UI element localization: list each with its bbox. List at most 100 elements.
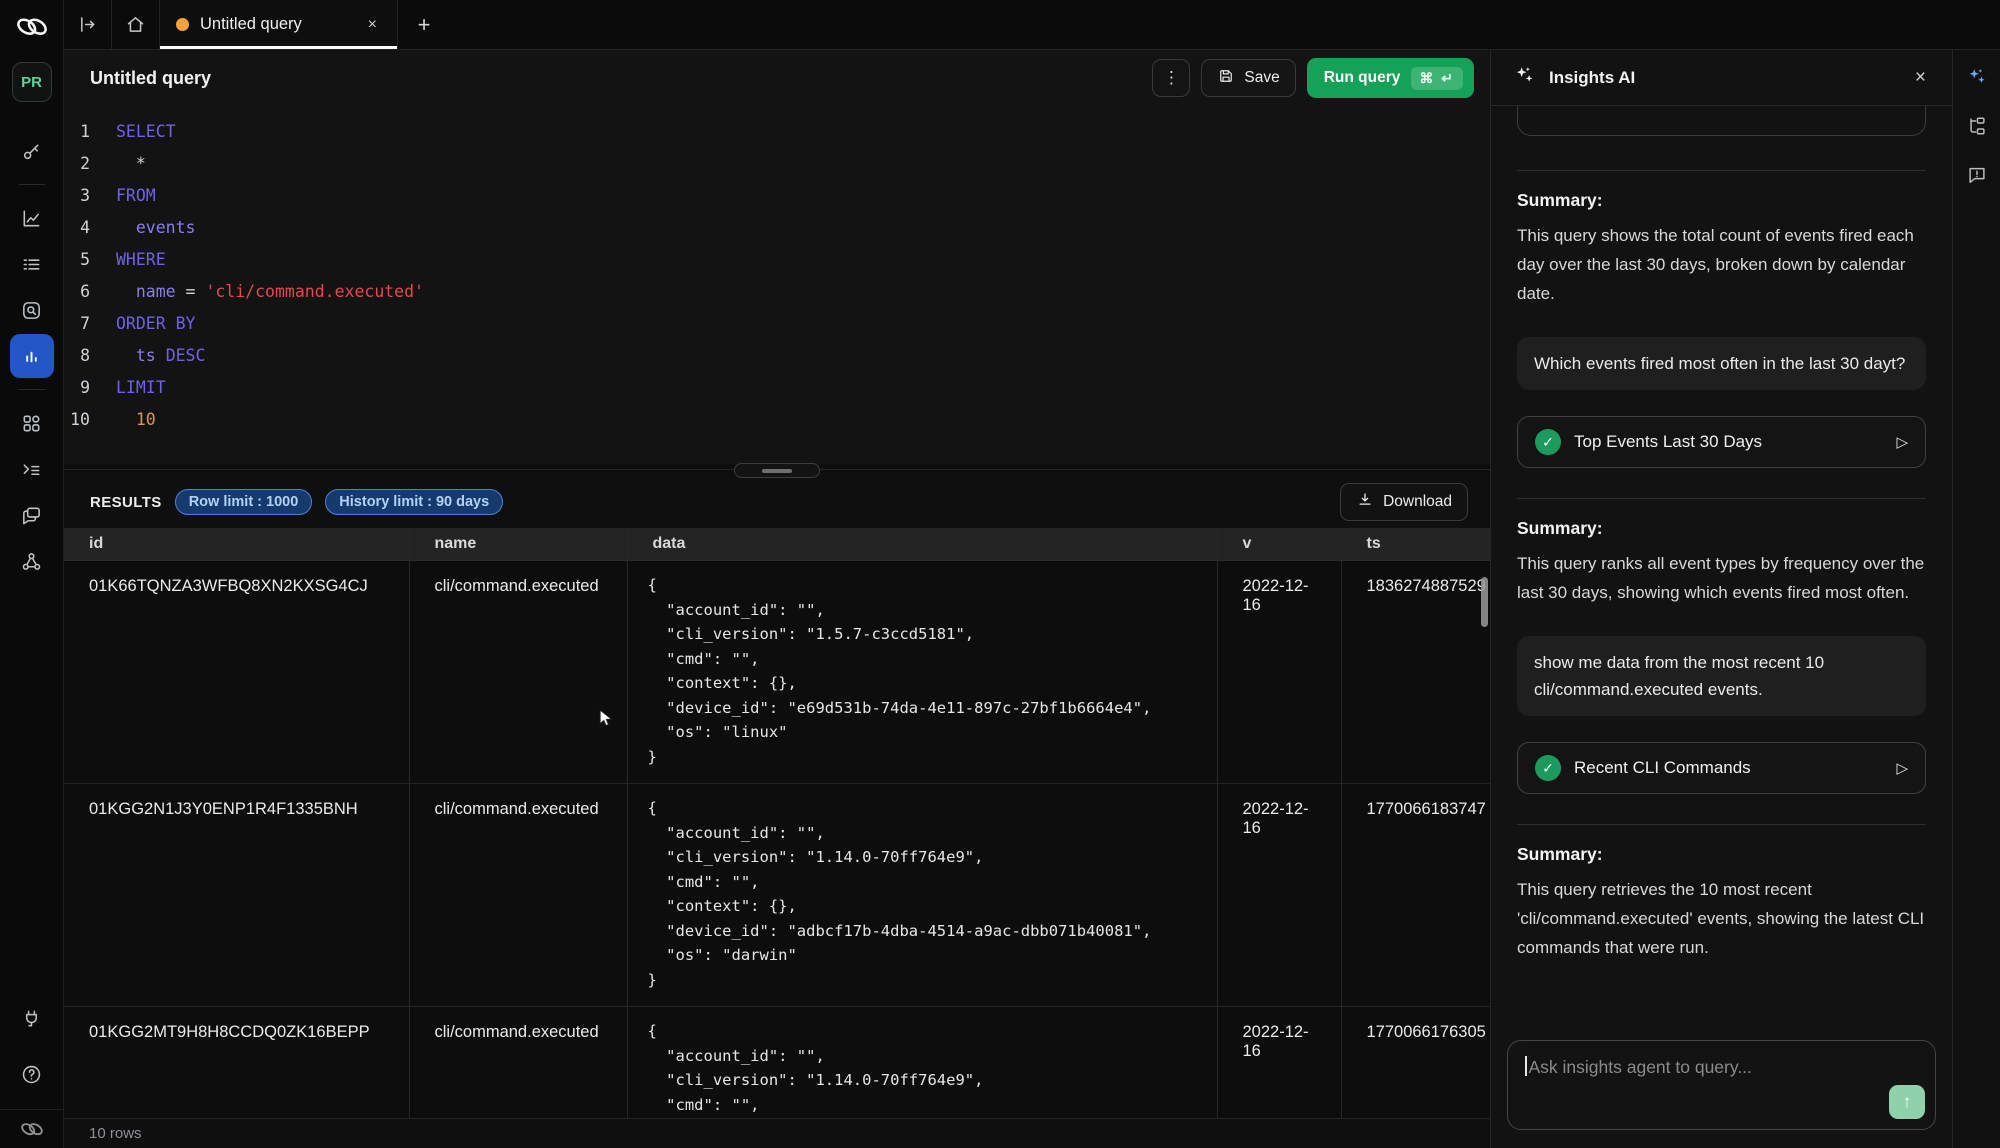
cell-v: 2022-12-16 <box>1217 784 1341 1007</box>
summary-heading: Summary: <box>1517 518 1926 539</box>
query-run-card[interactable]: ✓Top Events Last 30 Days▷ <box>1517 416 1926 468</box>
code-text: FROM <box>116 180 156 212</box>
sidebar-item-key[interactable] <box>10 129 54 173</box>
query-run-card[interactable]: ✓Recent CLI Commands▷ <box>1517 742 1926 794</box>
column-header-data[interactable]: data <box>627 528 1217 561</box>
cell-data: { "account_id": "", "cli_version": "1.5.… <box>627 561 1217 784</box>
search-icon <box>20 299 43 322</box>
tab-bar: Untitled query × + <box>64 0 2000 50</box>
results-label: RESULTS <box>90 494 162 511</box>
column-header-ts[interactable]: ts <box>1341 528 1490 561</box>
user-message: Which events fired most often in the las… <box>1517 337 1926 390</box>
sidebar-item-help[interactable] <box>10 1052 54 1096</box>
summary-text: This query ranks all event types by freq… <box>1517 549 1926 607</box>
cell-name: cli/command.executed <box>409 561 627 784</box>
unsaved-dot-icon <box>176 18 189 31</box>
code-line: 6 name = 'cli/command.executed' <box>64 276 1490 308</box>
help-icon <box>20 1063 43 1086</box>
code-line: 1SELECT <box>64 116 1490 148</box>
flow-icon <box>20 550 43 573</box>
code-text: events <box>116 212 195 244</box>
send-button[interactable]: ↑ <box>1889 1085 1925 1119</box>
more-options-button[interactable]: ⋮ <box>1152 59 1190 97</box>
close-panel-icon[interactable]: × <box>1911 65 1930 91</box>
pane-splitter <box>64 464 1490 476</box>
code-line: 9LIMIT <box>64 372 1490 404</box>
play-icon[interactable]: ▷ <box>1896 759 1908 777</box>
cell-v: 2022-12-16 <box>1217 1007 1341 1119</box>
code-line: 5WHERE <box>64 244 1490 276</box>
code-text: ts DESC <box>116 340 205 372</box>
code-line: 4 events <box>64 212 1490 244</box>
panel-tab-tree[interactable] <box>1966 115 1988 137</box>
cell-id: 01KGG2N1J3Y0ENP1R4F1335BNH <box>64 784 409 1007</box>
divider <box>1517 170 1926 171</box>
cell-ts: 1836274887529 <box>1341 561 1490 784</box>
panel-tab-sparkles[interactable] <box>1966 66 1988 88</box>
tree-icon <box>1966 115 1988 137</box>
scrolled-card-remnant <box>1517 106 1926 136</box>
table-row[interactable]: 01KGG2N1J3Y0ENP1R4F1335BNHcli/command.ex… <box>64 784 1490 1007</box>
plug-icon <box>20 1007 43 1030</box>
line-number: 3 <box>64 180 116 212</box>
table-row[interactable]: 01KGG2MT9H8H8CCDQ0ZK16BEPPcli/command.ex… <box>64 1007 1490 1119</box>
run-card-label: Top Events Last 30 Days <box>1574 432 1762 452</box>
download-icon <box>1356 491 1374 514</box>
sidebar-item-plug[interactable] <box>10 996 54 1040</box>
avatar[interactable]: PR <box>12 62 52 102</box>
column-header-v[interactable]: v <box>1217 528 1341 561</box>
cell-id: 01K66TQNZA3WFBQ8XN2KXSG4CJ <box>64 561 409 784</box>
table-scrollbar[interactable] <box>1481 577 1488 627</box>
run-card-label: Recent CLI Commands <box>1574 758 1751 778</box>
summary-heading: Summary: <box>1517 844 1926 865</box>
sidebar-item-line-chart[interactable] <box>10 196 54 240</box>
play-icon[interactable]: ▷ <box>1896 433 1908 451</box>
new-tab-button[interactable]: + <box>398 0 450 49</box>
limit-badge[interactable]: History limit : 90 days <box>325 489 503 515</box>
sidebar-item-apps[interactable] <box>10 401 54 445</box>
sql-editor[interactable]: 1SELECT2 *3FROM4 events5WHERE6 name = 'c… <box>64 106 1490 464</box>
limit-badge[interactable]: Row limit : 1000 <box>175 489 313 515</box>
run-query-button[interactable]: Run query ⌘ ↵ <box>1307 58 1474 98</box>
line-number: 6 <box>64 276 116 308</box>
insights-prompt-input[interactable]: Ask insights agent to query... ↑ <box>1507 1040 1936 1130</box>
page-title: Untitled query <box>90 68 211 89</box>
query-header: Untitled query ⋮ Save <box>64 50 1490 106</box>
sidebar-item-chat[interactable] <box>10 493 54 537</box>
right-icon-rail <box>1952 50 2000 1148</box>
cell-ts: 1770066183747 <box>1341 784 1490 1007</box>
table-row[interactable]: 01K66TQNZA3WFBQ8XN2KXSG4CJcli/command.ex… <box>64 561 1490 784</box>
terminal-icon <box>20 458 43 481</box>
column-header-name[interactable]: name <box>409 528 627 561</box>
code-text: name = 'cli/command.executed' <box>116 276 424 308</box>
save-button[interactable]: Save <box>1201 59 1295 97</box>
sidebar-item-search[interactable] <box>10 288 54 332</box>
insights-title: Insights AI <box>1549 68 1635 88</box>
cell-data: { "account_id": "", "cli_version": "1.14… <box>627 1007 1217 1119</box>
run-shortcut-badge: ⌘ ↵ <box>1411 67 1463 90</box>
tab-close-icon[interactable]: × <box>364 14 381 36</box>
divider <box>19 389 45 390</box>
divider <box>1517 498 1926 499</box>
key-icon <box>20 140 43 163</box>
tab-title: Untitled query <box>200 15 302 34</box>
row-count-status: 10 rows <box>64 1118 1490 1148</box>
sidebar-item-terminal[interactable] <box>10 447 54 491</box>
sidebar-item-flow[interactable] <box>10 539 54 583</box>
open-panel-icon[interactable] <box>64 0 112 49</box>
column-header-id[interactable]: id <box>64 528 409 561</box>
summary-text: This query retrieves the 10 most recent … <box>1517 875 1926 962</box>
feedback-icon <box>1966 164 1988 186</box>
footer-logo-icon <box>19 1120 45 1138</box>
insights-conversation: Summary:This query shows the total count… <box>1491 106 1952 1030</box>
download-button[interactable]: Download <box>1340 483 1468 521</box>
active-tab-underline <box>160 46 397 49</box>
sidebar-item-bar-chart[interactable] <box>10 334 54 378</box>
panel-tab-feedback[interactable] <box>1966 164 1988 186</box>
splitter-handle[interactable] <box>734 463 820 478</box>
tab-untitled-query[interactable]: Untitled query × <box>160 0 398 49</box>
line-number: 8 <box>64 340 116 372</box>
code-line: 7ORDER BY <box>64 308 1490 340</box>
home-icon[interactable] <box>112 0 160 49</box>
sidebar-item-logs[interactable] <box>10 242 54 286</box>
